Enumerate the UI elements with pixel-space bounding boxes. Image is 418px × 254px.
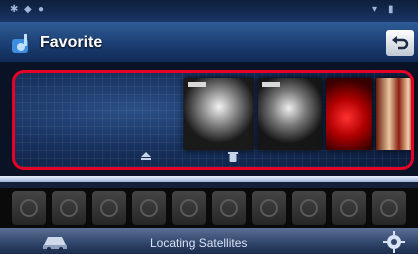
back-button[interactable] — [386, 30, 414, 56]
preset-button[interactable] — [172, 191, 206, 225]
indicator-icon: ● — [38, 4, 45, 15]
callout-highlight-frame — [12, 70, 414, 170]
eject-icon[interactable] — [141, 152, 151, 161]
preset-button[interactable] — [252, 191, 286, 225]
preset-button[interactable] — [92, 191, 126, 225]
preset-button[interactable] — [372, 191, 406, 225]
battery-icon: ▮ — [388, 4, 394, 15]
navigation-car-icon[interactable] — [40, 231, 72, 251]
gps-status-text: Locating Satellites — [150, 236, 248, 250]
status-bar: ✱ ◆ ● ▾ ▮ — [0, 0, 418, 22]
preset-button[interactable] — [292, 191, 326, 225]
signal-icon: ◆ — [24, 4, 32, 15]
preset-row — [0, 188, 418, 228]
favorite-screen: ✱ ◆ ● ▾ ▮ Favorite Locating Satellites — [0, 0, 418, 254]
preset-button[interactable] — [12, 191, 46, 225]
preset-button[interactable] — [332, 191, 366, 225]
bluetooth-icon: ✱ — [10, 4, 19, 15]
preset-button[interactable] — [52, 191, 86, 225]
music-note-icon — [12, 34, 28, 53]
back-arrow-icon — [392, 36, 409, 50]
trash-icon[interactable] — [228, 151, 238, 162]
preset-button[interactable] — [212, 191, 246, 225]
page-title: Favorite — [40, 34, 103, 51]
gear-icon[interactable] — [382, 230, 406, 254]
antenna-icon: ▾ — [372, 4, 378, 15]
preset-button[interactable] — [132, 191, 166, 225]
